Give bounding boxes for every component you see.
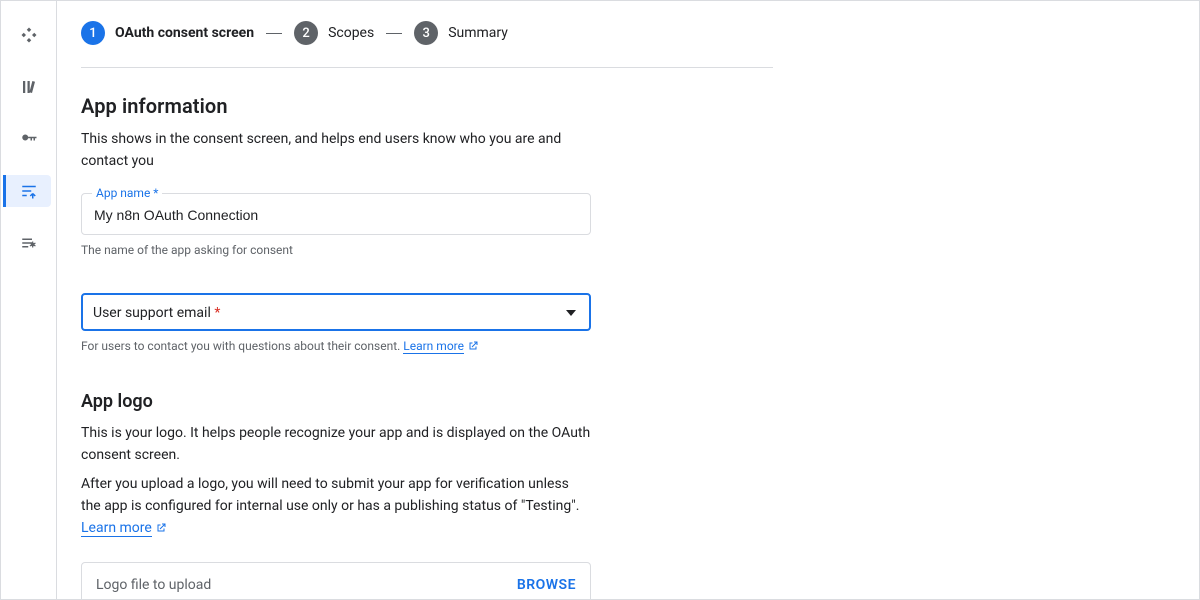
step-label: Summary: [448, 25, 508, 41]
nav-oauth-consent-icon[interactable]: [3, 175, 51, 207]
logo-file-field: Logo file to upload BROWSE: [81, 562, 591, 599]
nav-library-icon[interactable]: [3, 71, 51, 103]
step-separator: [266, 33, 282, 34]
step-number: 3: [414, 21, 438, 45]
step-separator: [386, 33, 402, 34]
logo-file-label: Logo file to upload: [96, 577, 211, 593]
app-info-desc: This shows in the consent screen, and he…: [81, 128, 591, 173]
chevron-down-icon: [561, 310, 581, 316]
step-number: 1: [81, 21, 105, 45]
support-email-label: User support email: [93, 305, 220, 321]
external-link-icon: [155, 519, 167, 541]
external-link-icon: [467, 339, 479, 357]
app-logo-learn-more-link[interactable]: Learn more: [81, 520, 152, 537]
nav-settings-icon[interactable]: [3, 227, 51, 259]
step-number: 2: [294, 21, 318, 45]
support-email-field[interactable]: User support email: [81, 293, 591, 331]
step-label: OAuth consent screen: [115, 25, 254, 41]
stepper: 1 OAuth consent screen 2 Scopes 3 Summar…: [81, 17, 773, 68]
step-oauth-consent[interactable]: 1 OAuth consent screen: [81, 21, 254, 45]
app-logo-heading: App logo: [81, 391, 773, 412]
app-name-helper: The name of the app asking for consent: [81, 241, 591, 259]
browse-button[interactable]: BROWSE: [517, 577, 576, 593]
app-logo-desc2: After you upload a logo, you will need t…: [81, 473, 591, 542]
sidebar: [1, 1, 57, 599]
app-info-heading: App information: [81, 94, 773, 118]
nav-credentials-icon[interactable]: [3, 123, 51, 155]
app-logo-desc1: This is your logo. It helps people recog…: [81, 422, 591, 467]
step-summary[interactable]: 3 Summary: [414, 21, 508, 45]
step-scopes[interactable]: 2 Scopes: [294, 21, 374, 45]
nav-api-icon[interactable]: [3, 19, 51, 51]
app-name-input[interactable]: [94, 207, 578, 223]
step-label: Scopes: [328, 25, 374, 41]
support-email-helper: For users to contact you with questions …: [81, 337, 591, 357]
app-name-label: App name: [92, 186, 162, 200]
app-name-field[interactable]: App name: [81, 193, 591, 235]
support-email-learn-more-link[interactable]: Learn more: [403, 339, 464, 354]
